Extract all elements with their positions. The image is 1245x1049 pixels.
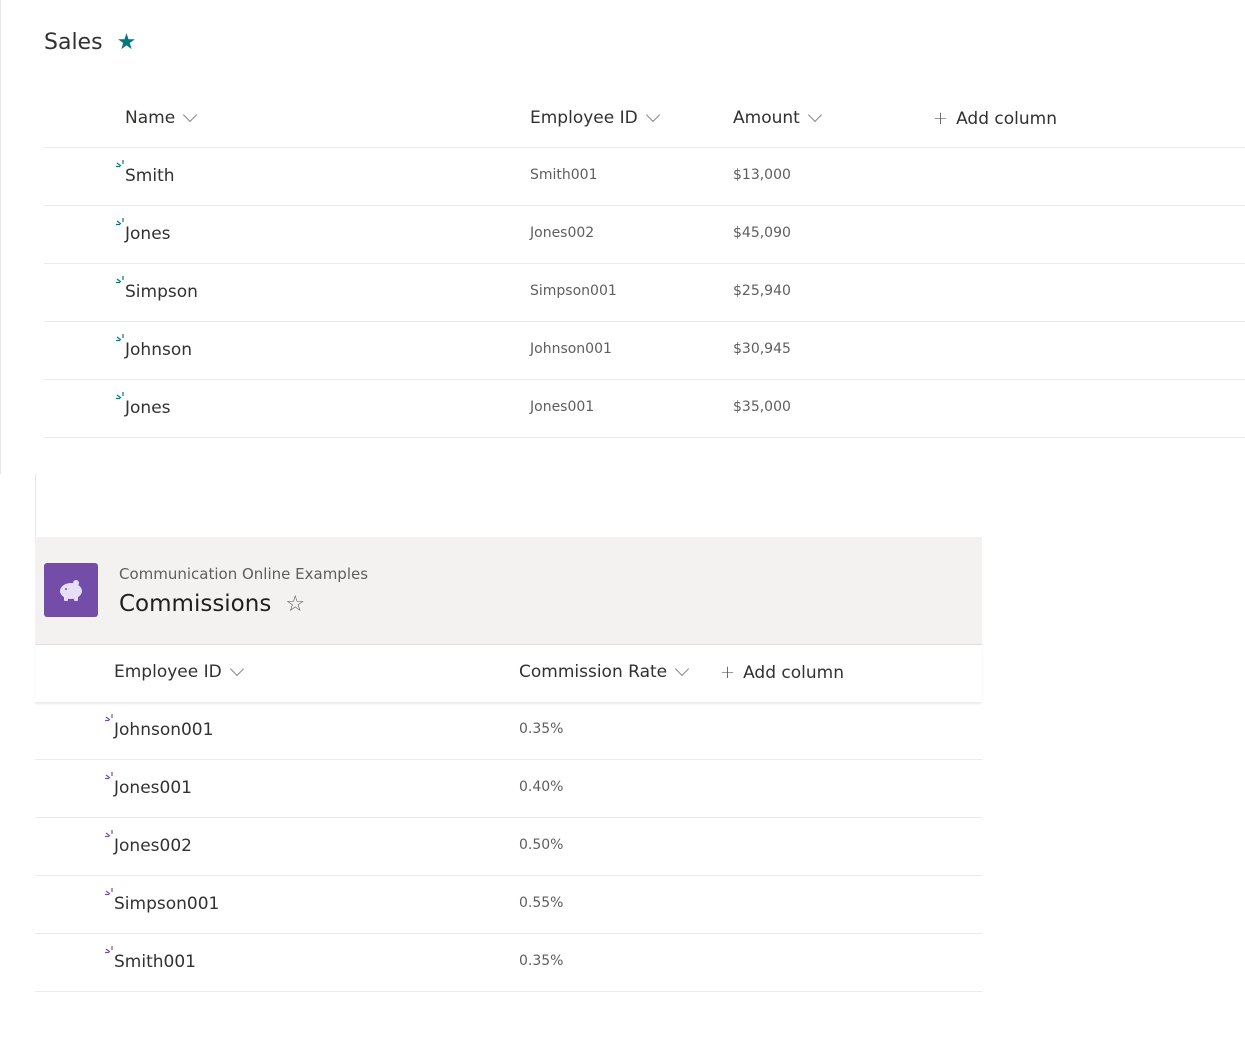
commissions-table: Employee ID Commission Rate + Add column … — [35, 645, 982, 992]
column-label: Employee ID — [114, 662, 222, 682]
star-filled-icon[interactable]: ★ — [117, 30, 137, 55]
plus-icon: + — [933, 108, 949, 129]
commissions-list-title: Commissions ☆ — [119, 591, 305, 617]
sales-list-title: Sales ★ — [44, 30, 136, 55]
employee-id-cell: Smith001 — [530, 167, 598, 183]
site-logo[interactable] — [44, 563, 98, 617]
amount-cell: $30,945 — [733, 341, 791, 357]
table-row[interactable]: Jones002 0.50% — [35, 818, 982, 876]
employee-id-cell: Jones001 — [530, 399, 595, 415]
column-header-employee-id[interactable]: Employee ID — [114, 661, 244, 682]
commission-rate-cell: 0.55% — [519, 895, 564, 911]
chevron-down-icon — [675, 661, 690, 677]
commission-rate-cell: 0.35% — [519, 953, 564, 969]
add-column-button[interactable]: + Add column — [720, 662, 844, 683]
sales-header-row: Name Employee ID Amount + Add column — [44, 96, 1245, 148]
page-title: Sales — [44, 30, 103, 55]
amount-cell: $25,940 — [733, 283, 791, 299]
name-cell[interactable]: Simpson — [125, 282, 198, 302]
table-row[interactable]: Smith Smith001 $13,000 — [44, 148, 1245, 206]
left-border-lower — [35, 474, 36, 538]
chevron-down-icon — [807, 107, 822, 123]
add-column-label: Add column — [956, 108, 1057, 129]
employee-id-cell[interactable]: Simpson001 — [114, 894, 219, 914]
table-row[interactable]: Simpson001 0.55% — [35, 876, 982, 934]
site-name[interactable]: Communication Online Examples — [119, 565, 368, 583]
column-label: Commission Rate — [519, 662, 668, 682]
commission-rate-cell: 0.40% — [519, 779, 564, 795]
employee-id-cell[interactable]: Jones001 — [114, 778, 192, 798]
name-cell[interactable]: Jones — [125, 398, 171, 418]
column-header-name[interactable]: Name — [125, 107, 198, 128]
table-row[interactable]: Smith001 0.35% — [35, 934, 982, 992]
table-row[interactable]: Jones Jones002 $45,090 — [44, 206, 1245, 264]
commissions-header: Communication Online Examples Commission… — [35, 537, 982, 645]
column-label: Employee ID — [530, 108, 638, 128]
employee-id-cell: Johnson001 — [530, 341, 612, 357]
chevron-down-icon — [645, 107, 660, 123]
add-column-button[interactable]: + Add column — [933, 108, 1057, 129]
employee-id-cell: Jones002 — [530, 225, 595, 241]
sales-table: Name Employee ID Amount + Add column Smit… — [44, 96, 1245, 438]
employee-id-cell[interactable]: Johnson001 — [114, 720, 213, 740]
piggy-bank-icon — [60, 580, 82, 601]
commission-rate-cell: 0.35% — [519, 721, 564, 737]
employee-id-cell[interactable]: Smith001 — [114, 952, 196, 972]
add-column-label: Add column — [743, 662, 844, 683]
amount-cell: $35,000 — [733, 399, 791, 415]
table-row[interactable]: Johnson Johnson001 $30,945 — [44, 322, 1245, 380]
amount-cell: $45,090 — [733, 225, 791, 241]
amount-cell: $13,000 — [733, 167, 791, 183]
commissions-header-row: Employee ID Commission Rate + Add column — [35, 645, 982, 702]
column-label: Amount — [733, 108, 800, 128]
table-row[interactable]: Jones001 0.40% — [35, 760, 982, 818]
column-header-amount[interactable]: Amount — [733, 107, 822, 128]
table-row[interactable]: Johnson001 0.35% — [35, 702, 982, 760]
name-cell[interactable]: Smith — [125, 166, 175, 186]
list-title: Commissions — [119, 591, 272, 617]
star-outline-icon[interactable]: ☆ — [285, 592, 305, 617]
employee-id-cell: Simpson001 — [530, 283, 617, 299]
column-header-employee-id[interactable]: Employee ID — [530, 107, 660, 128]
table-row[interactable]: Jones Jones001 $35,000 — [44, 380, 1245, 438]
name-cell[interactable]: Johnson — [125, 340, 192, 360]
commission-rate-cell: 0.50% — [519, 837, 564, 853]
column-header-commission-rate[interactable]: Commission Rate — [519, 661, 690, 682]
plus-icon: + — [720, 662, 736, 683]
left-border — [0, 0, 1, 474]
name-cell[interactable]: Jones — [125, 224, 171, 244]
column-label: Name — [125, 108, 176, 128]
chevron-down-icon — [183, 107, 198, 123]
chevron-down-icon — [229, 661, 244, 677]
table-row[interactable]: Simpson Simpson001 $25,940 — [44, 264, 1245, 322]
employee-id-cell[interactable]: Jones002 — [114, 836, 192, 856]
